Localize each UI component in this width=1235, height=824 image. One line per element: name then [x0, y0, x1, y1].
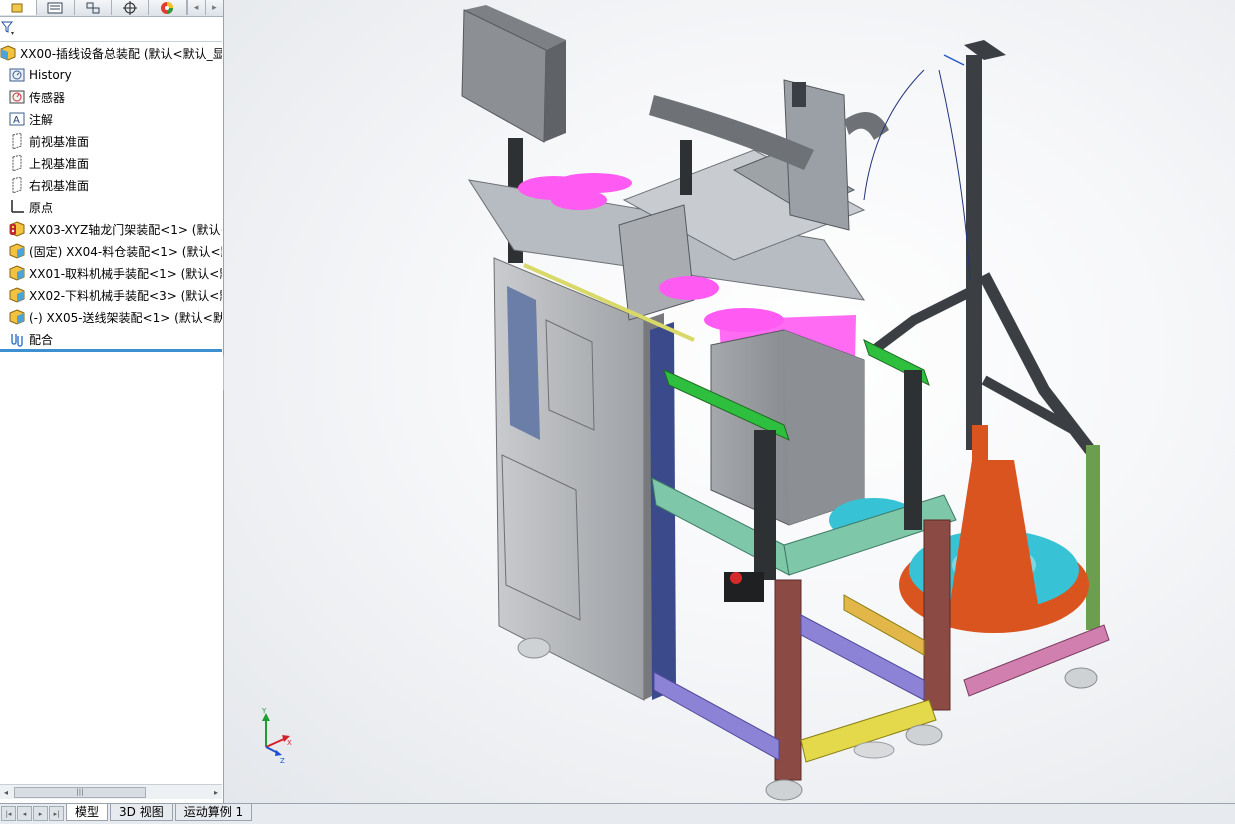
tree-item-label: XX01-取料机械手装配<1> (默认<默: [29, 266, 222, 281]
feature-manager-tab[interactable]: [0, 0, 38, 15]
tree-item[interactable]: 右视基准面: [0, 174, 222, 196]
configuration-icon: [86, 2, 100, 13]
crosshair-icon: [123, 0, 138, 15]
last-tab-icon[interactable]: ▸|: [49, 806, 64, 821]
tree-item[interactable]: XX01-取料机械手装配<1> (默认<默: [0, 262, 222, 284]
tree-item[interactable]: A 注解: [0, 108, 222, 130]
dimxpert-tab[interactable]: [112, 0, 150, 15]
tree-item-label: 右视基准面: [29, 178, 90, 193]
scroll-left-icon[interactable]: ◂: [0, 788, 12, 797]
tree-item-label: (固定) XX04-料仓装配<1> (默认<默: [29, 244, 222, 259]
tree-item-label: 原点: [29, 200, 54, 215]
next-tab-icon[interactable]: ▸: [33, 806, 48, 821]
tree-item[interactable]: History: [0, 64, 222, 86]
graphics-viewport[interactable]: Y X Z: [224, 0, 1235, 803]
tree-item-label: XX02-下料机械手装配<3> (默认<默: [29, 288, 222, 303]
tree-item[interactable]: XX03-XYZ轴龙门架装配<1> (默认<: [0, 218, 222, 240]
tree-item[interactable]: 前视基准面: [0, 130, 222, 152]
electrical-cabinet[interactable]: [493, 257, 676, 701]
assembly-icon: [0, 45, 16, 61]
tree-item[interactable]: 配合: [0, 328, 222, 350]
y-axis-label: Y: [261, 707, 267, 715]
tree-item[interactable]: XX02-下料机械手装配<3> (默认<默: [0, 284, 222, 306]
tree-item-label: History: [29, 68, 72, 82]
x-axis-icon: [265, 738, 285, 748]
feed-bin[interactable]: [710, 329, 865, 526]
tree-item[interactable]: (-) XX05-送线架装配<1> (默认<默: [0, 306, 222, 328]
plane-icon: [9, 155, 25, 171]
subassembly-warning-icon: [9, 221, 25, 237]
annotation-icon: A: [9, 111, 25, 127]
color-wheel-icon: [161, 1, 174, 14]
plane-icon: [9, 133, 25, 149]
subassembly-icon: [9, 287, 25, 303]
tree-item[interactable]: 传感器: [0, 86, 222, 108]
tab-scroll-left-icon[interactable]: ◂: [186, 0, 205, 15]
tree-item-label: (-) XX05-送线架装配<1> (默认<默: [29, 310, 222, 325]
plane-icon: [9, 177, 25, 193]
scroll-right-icon[interactable]: ▸: [210, 788, 222, 797]
tree-item-label: 注解: [29, 112, 54, 127]
panel-horizontal-scrollbar[interactable]: ◂ ||| ▸: [0, 784, 222, 799]
configuration-manager-tab[interactable]: [75, 0, 112, 15]
first-tab-icon[interactable]: |◂: [1, 806, 16, 821]
coordinate-triad: Y X Z: [261, 707, 292, 765]
tree-item[interactable]: (固定) XX04-料仓装配<1> (默认<默: [0, 240, 222, 262]
tab-3d-view[interactable]: 3D 视图: [110, 804, 173, 821]
sensor-icon: [9, 89, 25, 105]
tree-item[interactable]: 原点: [0, 196, 222, 218]
origin-icon: [9, 199, 25, 215]
property-manager-tab[interactable]: [37, 0, 75, 15]
feature-manager-panel: ◂ ▸ ▾ XX00-插线设备总装配 (默认<默认_显示 History 传感器 A 注…: [0, 0, 224, 803]
filter-row: ▾: [0, 17, 222, 42]
subassembly-icon: [9, 243, 25, 259]
tree-item-label: XX00-插线设备总装配 (默认<默认_显示: [20, 46, 222, 61]
svg-text:A: A: [13, 115, 20, 126]
feature-tree: XX00-插线设备总装配 (默认<默认_显示 History 传感器 A 注解前视基准面…: [0, 42, 222, 350]
tree-item-label: XX03-XYZ轴龙门架装配<1> (默认<: [29, 222, 222, 237]
bottom-tab-bar: |◂ ◂ ▸ ▸| 模型 3D 视图 运动算例 1: [0, 803, 1235, 824]
assembly-model[interactable]: [224, 0, 1235, 803]
tree-item[interactable]: XX00-插线设备总装配 (默认<默认_显示: [0, 42, 222, 64]
tree-rollback-bar[interactable]: [0, 349, 222, 352]
tree-item-label: 配合: [29, 332, 54, 347]
tree-item-label: 上视基准面: [29, 156, 90, 171]
z-axis-label: Z: [280, 757, 285, 765]
panel-tab-bar: ◂ ▸: [0, 0, 223, 17]
subassembly-icon: [9, 265, 25, 281]
tab-scroll-right-icon[interactable]: ▸: [204, 0, 223, 15]
property-list-icon: [47, 2, 63, 13]
filter-dropdown-icon[interactable]: ▾: [11, 30, 14, 37]
tree-item[interactable]: 上视基准面: [0, 152, 222, 174]
x-axis-label: X: [287, 739, 292, 747]
tab-motion-study[interactable]: 运动算例 1: [174, 804, 253, 821]
mates-icon: [9, 331, 25, 347]
tab-model[interactable]: 模型: [66, 804, 109, 821]
subassembly-icon: [9, 309, 25, 325]
tree-item-label: 传感器: [29, 90, 66, 105]
tree-item-label: 前视基准面: [29, 134, 90, 149]
scrollbar-thumb[interactable]: |||: [14, 786, 146, 798]
feature-tree-icon: [11, 3, 23, 12]
prev-tab-icon[interactable]: ◂: [17, 806, 32, 821]
display-manager-tab[interactable]: [149, 0, 187, 15]
history-icon: [9, 67, 25, 83]
